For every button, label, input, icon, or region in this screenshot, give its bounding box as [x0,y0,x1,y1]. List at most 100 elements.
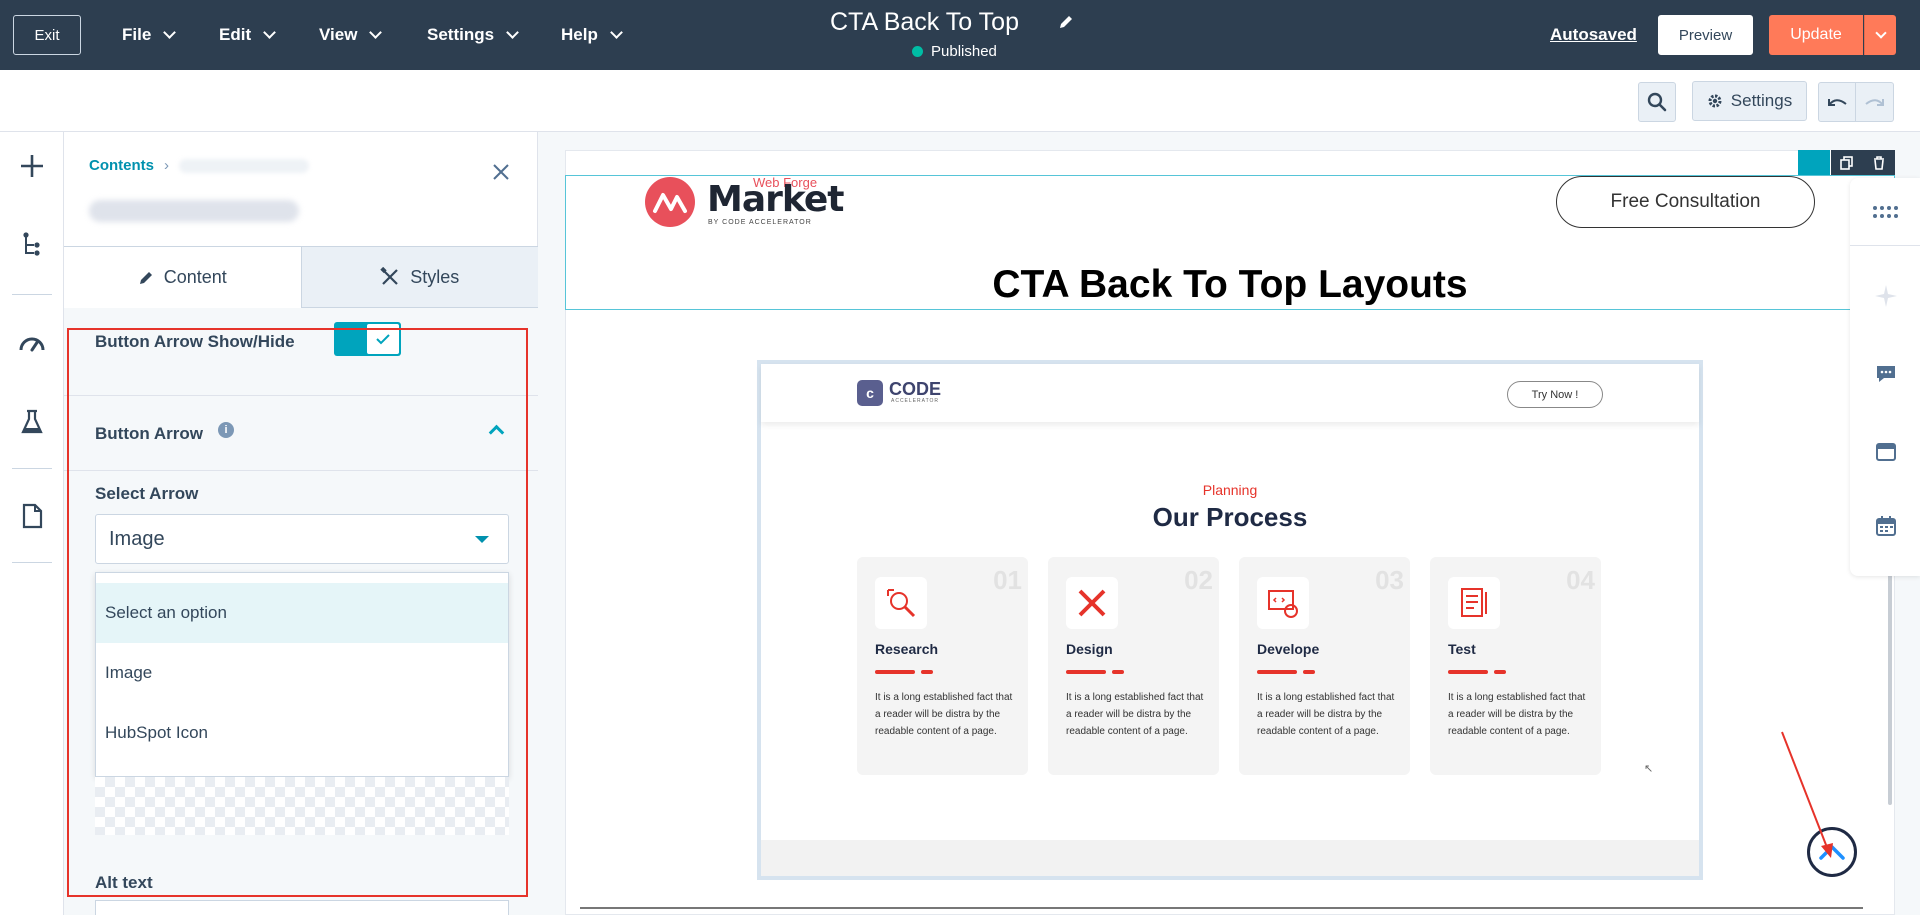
arrow-toggle-section: Button Arrow Show/Hide [64,308,538,396]
exit-button[interactable]: Exit [13,15,81,55]
plus-icon [21,155,43,177]
layers-button[interactable] [18,230,46,258]
redo-icon [1864,99,1884,106]
page-button[interactable] [18,502,46,530]
logo-wordmark: Market [707,179,844,220]
menu-help[interactable]: Help [561,0,623,70]
card-number: 03 [1375,565,1404,595]
select-arrow-dropdown[interactable]: Image [95,514,509,564]
button-arrow-section-header[interactable]: Button Arrow i [64,397,538,471]
code-brand: CODE [889,379,942,399]
screenshot-footer [761,840,1699,876]
image-preview[interactable] [95,777,509,835]
arrow-toggle-switch[interactable] [334,322,401,356]
chevron-down-icon [609,26,623,39]
breadcrumb: Contents › [89,157,309,174]
optimize-button[interactable] [18,328,46,356]
apps-button[interactable] [1850,178,1920,246]
menu-view[interactable]: View [319,0,383,70]
undo-button[interactable] [1818,82,1856,122]
page-bottom-divider [580,907,1863,909]
card-number: 02 [1184,565,1213,595]
option-hubspot-icon[interactable]: HubSpot Icon [96,703,508,763]
menu-edit[interactable]: Edit [219,0,276,70]
clone-button[interactable] [1831,150,1863,175]
page-title[interactable]: CTA Back To Top [830,8,1130,37]
chat-icon [1877,366,1895,382]
copy-icon [1840,155,1853,170]
close-icon[interactable] [489,160,513,184]
top-bar: Exit File Edit View Settings Help CTA Ba… [0,0,1920,70]
button-arrow-label: Button Arrow [95,424,203,443]
module-handle[interactable] [1798,150,1830,175]
alt-text-label: Alt text [95,873,153,892]
card-title: Research [875,641,939,657]
autosaved-link[interactable]: Autosaved [1550,25,1637,45]
search-button[interactable] [1638,82,1676,122]
card-text: It is a long established fact that a rea… [1066,692,1204,737]
tab-styles[interactable]: Styles [301,246,538,308]
chevron-up-icon [488,424,505,441]
tab-content[interactable]: Content [64,246,302,308]
code-brand-sub: ACCELERATOR [891,398,940,404]
info-icon[interactable]: i [218,422,234,438]
trash-icon [1874,155,1884,170]
ai-assistant-button[interactable] [1874,284,1898,308]
process-title: Our Process [1152,502,1308,532]
gauge-icon [19,337,45,352]
browser-preview-button[interactable] [1874,440,1898,464]
breadcrumb-contents-link[interactable]: Contents [89,157,154,174]
page-title-wrap: CTA Back To Top [830,8,1130,37]
module-actions [1798,150,1895,175]
menu-settings-label: Settings [427,25,495,44]
rail-divider [12,562,52,563]
right-rail [1850,178,1920,576]
preview-button[interactable]: Preview [1658,15,1753,55]
free-consultation-button[interactable]: Free Consultation [1556,176,1815,228]
left-rail [0,132,64,915]
option-image[interactable]: Image [96,643,508,703]
menu-settings[interactable]: Settings [427,0,519,70]
card-accent [1066,670,1106,674]
chevron-down-icon [263,26,276,39]
test-button[interactable] [18,408,46,436]
tab-content-label: Content [163,267,227,287]
option-select-an-option[interactable]: Select an option [96,583,508,643]
chevron-down-icon [506,26,519,39]
editor-toolbar: Settings [0,70,1920,132]
menu-file-label: File [122,25,152,44]
add-module-button[interactable] [18,152,46,180]
window-icon [1876,443,1896,461]
market-logo-icon [645,177,695,227]
comments-button[interactable] [1874,362,1898,386]
design-icon [1066,577,1118,629]
pencil-icon [139,271,152,284]
process-card: 04 Test It is a long established fact th… [1430,557,1601,775]
update-options-button[interactable] [1864,15,1896,55]
cursor-icon: ↖ [1644,763,1654,775]
research-icon [875,577,927,629]
rail-divider [12,468,52,469]
document-icon [22,503,43,529]
card-text: It is a long established fact that a rea… [1257,692,1395,737]
settings-button[interactable]: Settings [1692,81,1807,121]
card-accent [1303,670,1315,674]
card-accent [1112,670,1124,674]
grid-dots-icon [1873,205,1898,218]
panel-title-blurred [89,200,299,222]
update-button[interactable]: Update [1769,15,1863,55]
alt-text-input[interactable] [95,900,509,915]
brush-icon [380,267,399,285]
card-accent [1494,670,1506,674]
redo-button[interactable] [1856,82,1894,122]
calendar-button[interactable] [1874,514,1898,538]
menu-file[interactable]: File [122,0,177,70]
publish-status: Published [912,43,997,60]
sparkle-icon [1875,285,1897,307]
undo-icon [1828,99,1847,106]
delete-button[interactable] [1863,150,1895,175]
back-to-top-button[interactable] [1807,827,1857,877]
pencil-icon[interactable] [1058,14,1074,30]
arrow-toggle-label: Button Arrow Show/Hide [95,332,295,351]
process-card: 01 Research It is a long established fac… [857,557,1028,775]
